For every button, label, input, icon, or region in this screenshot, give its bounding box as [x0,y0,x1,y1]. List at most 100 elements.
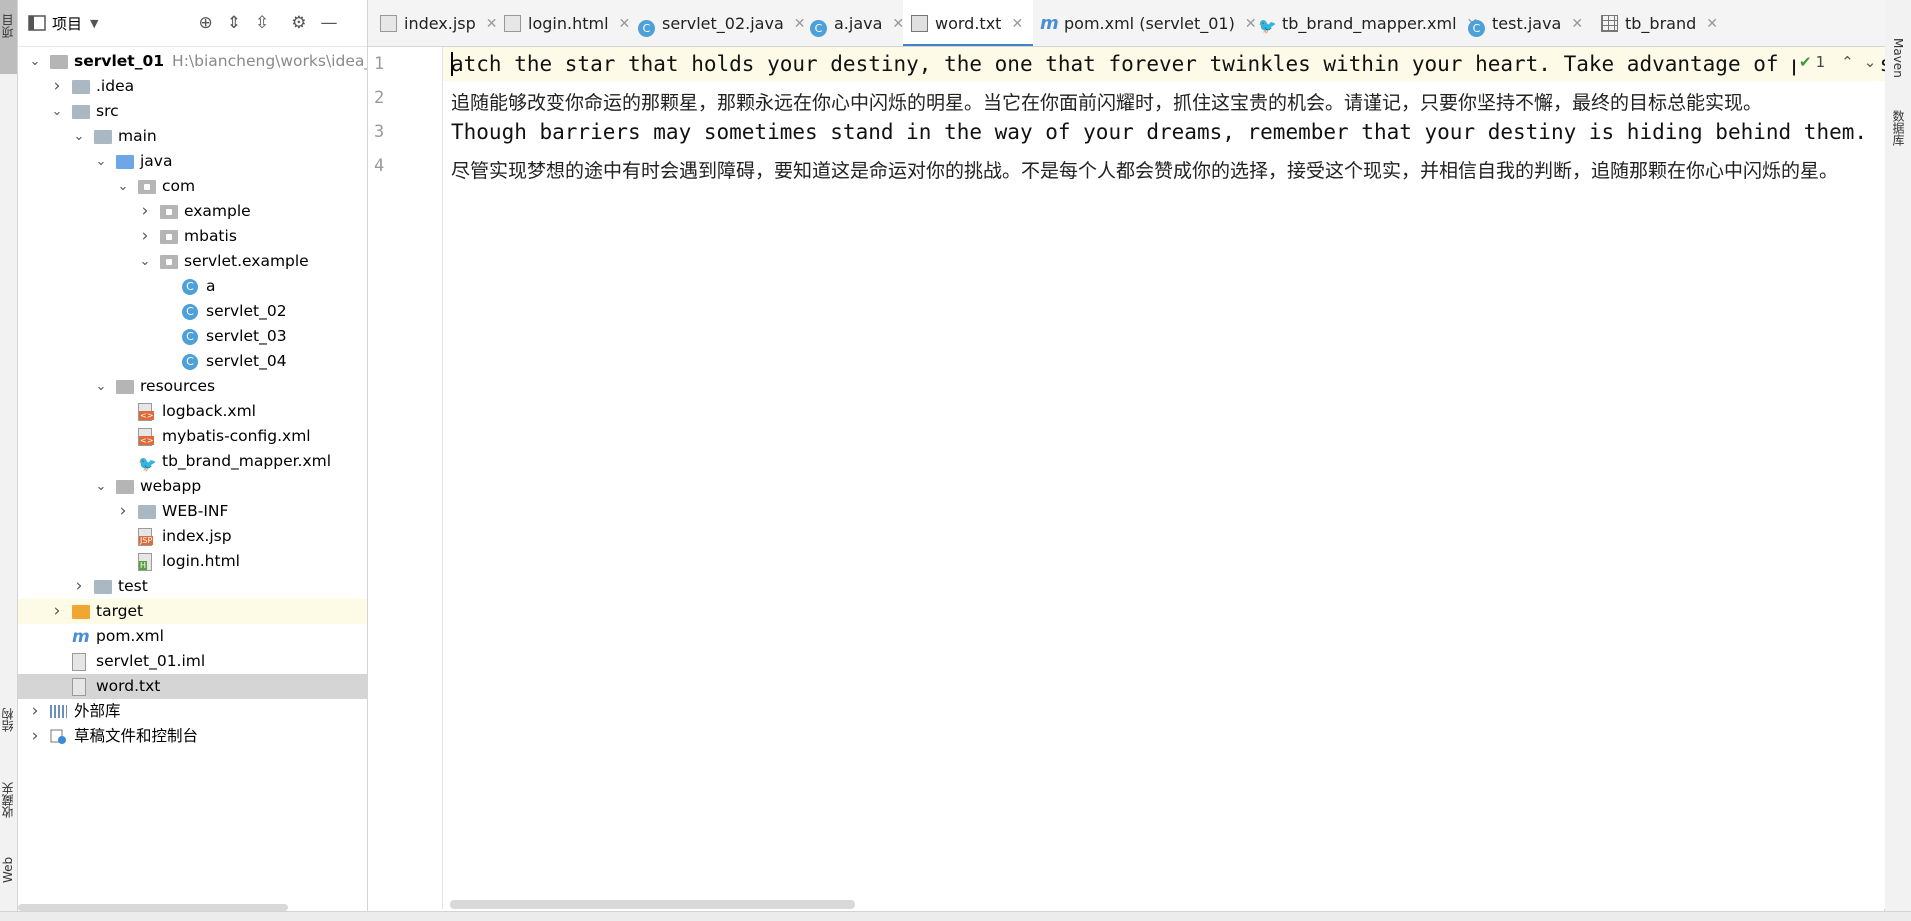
tab-test-java[interactable]: Ctest.java ✕ [1468,0,1583,46]
chevron-right-icon[interactable]: › [50,74,64,99]
project-horizontal-scrollbar[interactable] [18,904,288,911]
code-line[interactable]: atch the star that holds your destiny, t… [451,52,1885,76]
chevron-down-icon[interactable]: ⌄ [1864,53,1877,71]
tab-word-txt[interactable]: word.txt ✕ [903,0,1034,46]
tree-row[interactable]: <> logback.xml [18,399,367,424]
structure-tool-label[interactable]: 结构 [0,700,17,740]
maven-icon: m [1040,13,1059,34]
tree-row[interactable]: ⌄ servlet_01H:\biancheng\works\idea_wo [18,49,367,74]
chevron-down-icon[interactable]: ⌄ [50,99,64,124]
chevron-right-icon[interactable]: › [28,699,42,724]
chevron-down-icon[interactable]: ⌄ [28,49,42,74]
tree-item-label: WEB-INF [162,502,229,520]
tab-pom-xml[interactable]: m pom.xml (servlet_01) ✕ [1040,0,1257,46]
tree-item-label: .idea [96,77,135,95]
inspection-widget[interactable]: ✔ 1 ⌃ ⌄ [1795,47,1881,77]
tree-row[interactable]: <> mybatis-config.xml [18,424,367,449]
module-icon [50,55,68,69]
tree-item-label: 外部库 [74,702,121,720]
tree-row[interactable]: JSP index.jsp [18,524,367,549]
tab-index-jsp[interactable]: index.jsp ✕ [380,0,498,46]
tree-row[interactable]: ⌄ com [18,174,367,199]
chevron-right-icon[interactable]: › [50,599,64,624]
tree-row[interactable]: Hlogin.html [18,549,367,574]
tree-item-label: webapp [140,477,202,495]
tree-row[interactable]: ⌄ servlet.example [18,249,367,274]
close-icon[interactable]: ✕ [486,16,498,32]
chevron-down-icon[interactable]: ⌄ [94,374,108,399]
tab-tb_brand[interactable]: tb_brand ✕ [1601,0,1718,46]
tree-row[interactable]: servlet_01.iml [18,649,367,674]
project-panel-title[interactable]: 项目 [52,13,82,34]
tree-row[interactable]: › 草稿文件和控制台 [18,724,367,749]
tree-item-label: test [118,577,148,595]
tree-row[interactable]: ⌄ src [18,99,367,124]
close-icon[interactable]: ✕ [1245,16,1257,32]
tree-row[interactable]: ⌄ main [18,124,367,149]
maven-tool-label[interactable]: Maven [1889,38,1906,78]
code-line[interactable]: Though barriers may sometimes stand in t… [451,120,1867,144]
tree-row[interactable]: › 外部库 [18,699,367,724]
project-view-icon [28,15,46,31]
collapse-all-icon[interactable]: ⇳ [255,13,269,33]
chevron-down-icon[interactable]: ▼ [90,17,98,30]
editor-horizontal-scrollbar[interactable] [450,900,855,909]
favorites-tool-label[interactable]: 收藏夹 [0,770,17,830]
text-editor[interactable]: atch the star that holds your destiny, t… [443,47,1885,909]
chevron-up-icon[interactable]: ⌃ [1841,53,1854,71]
java-class-icon: C [1468,20,1485,37]
code-line[interactable]: 尽管实现梦想的途中有时会遇到障碍，要知道这是命运对你的挑战。不是每个人都会赞成你… [451,156,1838,183]
folder-icon [94,580,112,594]
chevron-right-icon[interactable]: › [116,499,130,524]
tree-row[interactable]: › target [18,599,367,624]
tree-row[interactable]: Ca [18,274,367,299]
line-number: 2 [374,88,385,108]
tree-row[interactable]: 🐦 tb_brand_mapper.xml [18,449,367,474]
close-icon[interactable]: ✕ [1706,16,1718,32]
close-icon[interactable]: ✕ [794,16,806,32]
tab-label: word.txt [935,14,1002,33]
tab-tb_brand_mapper-xml[interactable]: 🐦tb_brand_mapper.xml✕ [1258,0,1478,46]
tree-row[interactable]: m pom.xml [18,624,367,649]
chevron-down-icon[interactable]: ⌄ [94,149,108,174]
chevron-down-icon[interactable]: ⌄ [94,474,108,499]
chevron-down-icon[interactable]: ⌄ [138,249,152,274]
code-line[interactable]: 追随能够改变你命运的那颗星，那颗永远在你心中闪烁的明星。当它在你面前闪耀时，抓住… [451,88,1762,115]
expand-all-icon[interactable]: ⇕ [227,13,241,33]
table-icon [1601,15,1618,32]
tree-row[interactable]: ⌄ webapp [18,474,367,499]
chevron-right-icon[interactable]: › [72,574,86,599]
close-icon[interactable]: ✕ [1011,16,1023,32]
tab-label: tb_brand [1625,14,1697,33]
chevron-right-icon[interactable]: › [138,199,152,224]
tree-row[interactable]: Cservlet_02 [18,299,367,324]
close-icon[interactable]: ✕ [1571,16,1583,32]
tree-row[interactable]: Cservlet_03 [18,324,367,349]
tab-a-java[interactable]: Ca.java ✕ [810,0,904,46]
hide-icon[interactable]: — [320,13,337,33]
locate-icon[interactable]: ⊕ [198,13,212,33]
chevron-right-icon[interactable]: › [138,224,152,249]
tree-row[interactable]: › .idea [18,74,367,99]
tree-row[interactable]: ⌄ resources [18,374,367,399]
editor-gutter: 1 2 3 4 [368,47,443,909]
web-tool-label[interactable]: Web [0,850,17,890]
tab-login-html[interactable]: login.html ✕ [504,0,631,46]
tree-row[interactable]: Cservlet_04 [18,349,367,374]
chevron-down-icon[interactable]: ⌄ [116,174,130,199]
chevron-right-icon[interactable]: › [28,724,42,749]
tree-row[interactable]: › test [18,574,367,599]
java-class-icon: C [638,20,655,37]
tab-servlet_02-java[interactable]: Cservlet_02.java ✕ [638,0,806,46]
mybatis-icon: 🐦 [1258,17,1277,35]
tree-row[interactable]: › example [18,199,367,224]
database-tool-label[interactable]: 数据库 [1889,110,1906,146]
tree-row[interactable]: › WEB-INF [18,499,367,524]
gear-icon[interactable]: ⚙ [291,13,306,33]
tree-row[interactable]: word.txt [18,674,367,699]
tree-row[interactable]: ⌄ java [18,149,367,174]
tree-row[interactable]: › mbatis [18,224,367,249]
chevron-down-icon[interactable]: ⌄ [72,124,86,149]
java-class-icon: C [810,20,827,37]
close-icon[interactable]: ✕ [619,16,631,32]
